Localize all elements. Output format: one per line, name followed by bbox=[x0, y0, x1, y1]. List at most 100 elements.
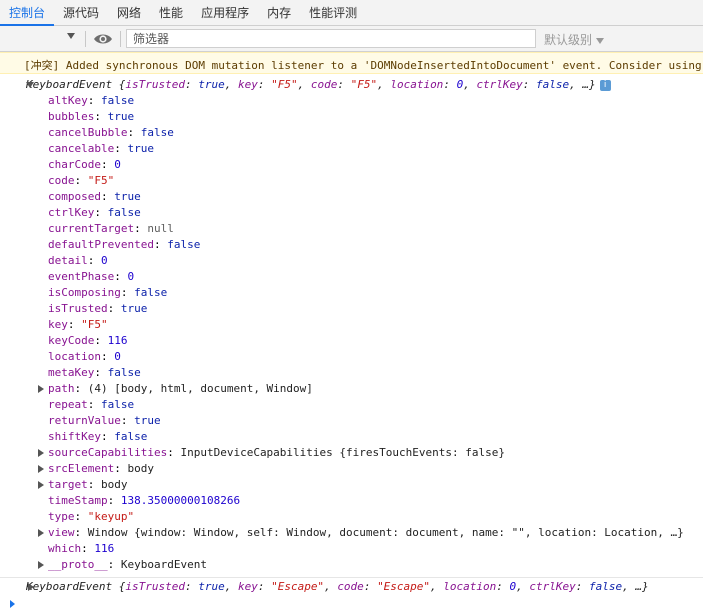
brace: { bbox=[112, 78, 126, 91]
property-row: type: "keyup" bbox=[48, 509, 134, 525]
property-separator: : bbox=[114, 270, 128, 283]
property-key: location bbox=[48, 350, 101, 363]
property-value: false bbox=[140, 126, 174, 139]
property-separator: : bbox=[74, 526, 88, 539]
property-value: "keyup" bbox=[87, 510, 135, 523]
property-separator: : bbox=[74, 510, 88, 523]
property-key: srcElement bbox=[48, 462, 115, 475]
toolbar-divider bbox=[120, 31, 121, 47]
property-separator: : bbox=[107, 558, 121, 571]
property-row: detail: 0 bbox=[48, 253, 108, 269]
expand-arrow-right-icon[interactable] bbox=[28, 583, 34, 591]
property-separator: : bbox=[74, 174, 88, 187]
property-separator: : bbox=[114, 462, 128, 475]
property-row: metaKey: false bbox=[48, 365, 141, 381]
property-key: type bbox=[48, 510, 75, 523]
property-separator: : bbox=[100, 350, 115, 363]
property-key: eventPhase bbox=[48, 270, 115, 283]
preview-key: isTrusted bbox=[125, 580, 185, 593]
property-key: charCode bbox=[48, 158, 101, 171]
tab-performance[interactable]: 性能 bbox=[150, 0, 192, 25]
warning-text: Added synchronous DOM mutation listener … bbox=[59, 59, 702, 72]
expand-arrow-right-icon[interactable] bbox=[38, 465, 44, 473]
preview-key: key bbox=[237, 78, 258, 91]
preview-value: "F5" bbox=[271, 78, 298, 91]
property-separator: : bbox=[94, 366, 108, 379]
property-value: 0 bbox=[114, 350, 121, 363]
expand-arrow-right-icon[interactable] bbox=[38, 385, 44, 393]
expand-arrow-right-icon[interactable] bbox=[38, 481, 44, 489]
property-key: cancelable bbox=[48, 142, 115, 155]
property-value: false bbox=[107, 206, 141, 219]
preview-key: ctrlKey bbox=[476, 78, 523, 91]
preview-value: false bbox=[536, 78, 570, 91]
property-key: shiftKey bbox=[48, 430, 101, 443]
property-key: timeStamp bbox=[48, 494, 108, 507]
property-separator: : bbox=[94, 334, 108, 347]
property-key: altKey bbox=[48, 94, 88, 107]
tab-network[interactable]: 网络 bbox=[108, 0, 150, 25]
log-levels-dropdown[interactable]: 默认级别 bbox=[544, 31, 605, 48]
property-row[interactable]: srcElement: body bbox=[48, 461, 154, 477]
preview-value: true bbox=[198, 78, 225, 91]
property-key: bubbles bbox=[48, 110, 95, 123]
preview-value: 0 bbox=[509, 580, 517, 593]
property-row[interactable]: __proto__: KeyboardEvent bbox=[48, 557, 207, 573]
property-row: key: "F5" bbox=[48, 317, 108, 333]
expand-arrow-down-icon[interactable] bbox=[26, 82, 34, 88]
property-value: 116 bbox=[107, 334, 128, 347]
property-value: (4) [body, html, document, Window] bbox=[87, 382, 313, 395]
property-value: true bbox=[114, 190, 141, 203]
property-separator: : bbox=[74, 382, 88, 395]
property-row[interactable]: path: (4) [body, html, document, Window] bbox=[48, 381, 313, 397]
preview-value: true bbox=[198, 580, 225, 593]
console-prompt-icon[interactable] bbox=[10, 600, 15, 608]
property-separator: : bbox=[87, 254, 101, 267]
property-separator: : bbox=[67, 318, 82, 331]
event-header-1[interactable]: KeyboardEvent {isTrusted: true, key: "F5… bbox=[26, 77, 611, 93]
property-value: 0 bbox=[127, 270, 135, 283]
property-key: key bbox=[48, 318, 68, 331]
info-icon[interactable]: i bbox=[599, 79, 611, 91]
property-key: isTrusted bbox=[48, 302, 108, 315]
property-row[interactable]: sourceCapabilities: InputDeviceCapabilit… bbox=[48, 445, 505, 461]
expand-arrow-right-icon[interactable] bbox=[38, 561, 44, 569]
preview-tail: , …} bbox=[622, 580, 649, 593]
property-separator: : bbox=[114, 142, 128, 155]
console-warning-message: [冲突] Added synchronous DOM mutation list… bbox=[0, 52, 703, 74]
property-value: KeyboardEvent bbox=[120, 558, 207, 571]
property-value: "F5" bbox=[87, 174, 115, 187]
preview-value: "F5" bbox=[350, 78, 378, 91]
expand-arrow-right-icon[interactable] bbox=[38, 449, 44, 457]
property-row[interactable]: view: Window {window: Window, self: Wind… bbox=[48, 525, 684, 541]
eye-icon[interactable] bbox=[92, 30, 114, 48]
property-key: currentTarget bbox=[48, 222, 135, 235]
property-value: 138.35000000108266 bbox=[120, 494, 241, 507]
property-row: composed: true bbox=[48, 189, 141, 205]
property-row[interactable]: target: body bbox=[48, 477, 128, 493]
message-divider bbox=[0, 577, 703, 578]
tab-sources[interactable]: 源代码 bbox=[54, 0, 108, 25]
tab-console[interactable]: 控制台 bbox=[0, 0, 55, 26]
property-key: ctrlKey bbox=[48, 206, 95, 219]
property-value: false bbox=[134, 286, 168, 299]
tab-application[interactable]: 应用程序 bbox=[192, 0, 258, 25]
filter-input[interactable] bbox=[126, 29, 536, 48]
context-dropdown-chevron-icon[interactable] bbox=[67, 33, 75, 39]
property-separator: : bbox=[134, 222, 148, 235]
property-row: code: "F5" bbox=[48, 173, 114, 189]
property-separator: : bbox=[94, 206, 108, 219]
property-row: altKey: false bbox=[48, 93, 134, 109]
object-type: KeyboardEvent bbox=[26, 78, 113, 91]
property-key: target bbox=[48, 478, 88, 491]
property-separator: : bbox=[100, 158, 115, 171]
preview-key: ctrlKey bbox=[529, 580, 576, 593]
property-key: repeat bbox=[48, 398, 88, 411]
tab-memory[interactable]: 内存 bbox=[258, 0, 300, 25]
property-row: cancelable: true bbox=[48, 141, 154, 157]
expand-arrow-right-icon[interactable] bbox=[38, 529, 44, 537]
event-header-2[interactable]: KeyboardEvent {isTrusted: true, key: "Es… bbox=[26, 579, 649, 595]
property-key: detail bbox=[48, 254, 88, 267]
property-value: 116 bbox=[94, 542, 115, 555]
tab-lighthouse[interactable]: 性能评测 bbox=[300, 0, 366, 25]
